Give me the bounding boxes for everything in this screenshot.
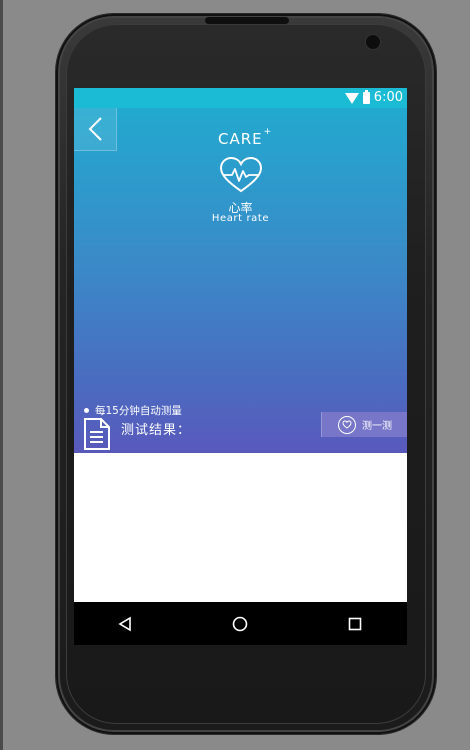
care-logo: CARE+ bbox=[218, 127, 273, 148]
battery-icon bbox=[362, 89, 370, 104]
heart-outline-icon bbox=[338, 415, 356, 434]
nav-back-button[interactable] bbox=[113, 612, 137, 636]
document-icon bbox=[84, 418, 110, 450]
heart-outline-glyph bbox=[342, 420, 352, 429]
measure-button[interactable]: 测一测 bbox=[321, 412, 407, 437]
brand-plus: + bbox=[263, 127, 273, 137]
status-time: 6:00 bbox=[373, 90, 403, 105]
circle-home-icon bbox=[232, 616, 248, 632]
phone-screen: 6:00 CARE+ 心率 Heart rate 每15分钟自动测量 测试结果：… bbox=[74, 88, 407, 645]
measure-button-label: 测一测 bbox=[362, 421, 392, 432]
back-button[interactable] bbox=[74, 108, 117, 151]
chevron-left-icon bbox=[88, 117, 102, 141]
result-label: 测试结果： bbox=[121, 423, 192, 438]
square-recent-icon bbox=[348, 617, 362, 631]
front-camera bbox=[366, 35, 380, 49]
nav-recent-button[interactable] bbox=[343, 612, 367, 636]
status-bar: 6:00 bbox=[74, 88, 407, 108]
nav-home-button[interactable] bbox=[228, 612, 252, 636]
heart-rate-panel: CARE+ 心率 Heart rate 每15分钟自动测量 测试结果： 测一测 bbox=[74, 108, 407, 453]
left-edge bbox=[0, 0, 3, 750]
speaker-grille bbox=[205, 17, 289, 24]
wifi-icon bbox=[344, 92, 359, 104]
status-icons: 6:00 bbox=[344, 89, 403, 105]
heart-rate-subtitle: Heart rate bbox=[211, 213, 270, 224]
navigation-bar bbox=[74, 602, 407, 645]
brand-text: CARE bbox=[218, 130, 263, 148]
heart-pulse-icon bbox=[219, 156, 263, 193]
triangle-back-icon bbox=[118, 616, 131, 632]
